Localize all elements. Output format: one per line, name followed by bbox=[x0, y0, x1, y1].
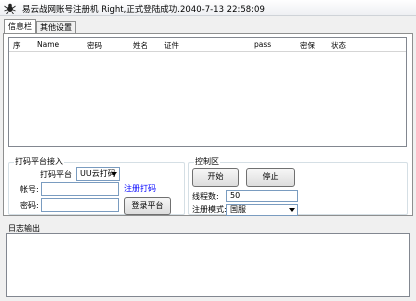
threads-label: 线程数: bbox=[192, 192, 219, 201]
column-header-pass[interactable]: pass bbox=[254, 40, 271, 49]
register-captcha-link[interactable]: 注册打码 bbox=[124, 184, 156, 194]
password-input[interactable] bbox=[41, 198, 119, 212]
stop-button[interactable]: 停止 bbox=[246, 168, 295, 187]
password-label: 密码: bbox=[20, 201, 39, 210]
column-header-security[interactable]: 密保 bbox=[300, 40, 315, 51]
column-header-realname[interactable]: 姓名 bbox=[133, 40, 148, 51]
column-header-index[interactable]: 序 bbox=[13, 40, 21, 51]
account-list[interactable]: 序 Name 密码 姓名 证件 pass 密保 状态 bbox=[8, 37, 407, 147]
account-label: 帐号: bbox=[20, 185, 39, 194]
platform-select[interactable]: UU云打码 bbox=[76, 167, 120, 181]
column-header-id[interactable]: 证件 bbox=[164, 40, 179, 51]
title-bar[interactable]: 易云战网账号注册机 Right,正式登陆成功.2040-7-13 22:58:0… bbox=[0, 0, 416, 16]
spider-icon bbox=[4, 3, 16, 14]
tab-other-settings[interactable]: 其他设置 bbox=[36, 21, 76, 33]
captcha-group-title: 打码平台接入 bbox=[14, 157, 64, 167]
account-input[interactable] bbox=[41, 182, 119, 196]
register-mode-value: 国服 bbox=[230, 205, 246, 214]
column-header-status[interactable]: 状态 bbox=[331, 40, 346, 51]
control-group-title: 控制区 bbox=[194, 157, 220, 167]
threads-input[interactable]: 50 bbox=[226, 190, 298, 202]
window-title: 易云战网账号注册机 Right,正式登陆成功.2040-7-13 22:58:0… bbox=[22, 5, 265, 15]
chevron-down-icon bbox=[111, 172, 117, 176]
start-button[interactable]: 开始 bbox=[192, 168, 239, 187]
tab-info[interactable]: 信息栏 bbox=[4, 19, 36, 33]
column-header-password[interactable]: 密码 bbox=[87, 40, 102, 51]
register-mode-label: 注册模式: bbox=[192, 205, 227, 214]
column-header-name[interactable]: Name bbox=[37, 40, 59, 49]
platform-label: 打码平台 bbox=[40, 170, 72, 179]
tab-strip: 信息栏 其他设置 bbox=[0, 19, 416, 33]
list-header: 序 Name 密码 姓名 证件 pass 密保 状态 bbox=[9, 38, 406, 52]
log-output-area[interactable] bbox=[6, 233, 410, 297]
chevron-down-icon bbox=[289, 208, 295, 212]
register-mode-select[interactable]: 国服 bbox=[226, 204, 298, 216]
login-platform-button[interactable]: 登录平台 bbox=[124, 197, 171, 215]
